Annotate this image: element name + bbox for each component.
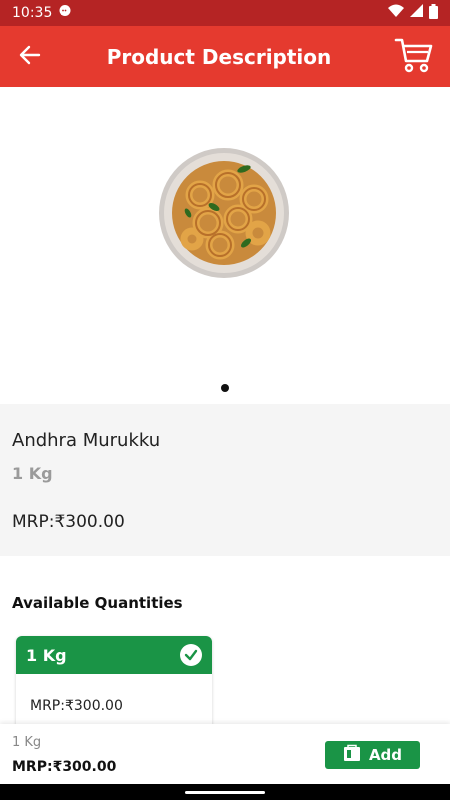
cart-button[interactable] [378, 26, 450, 87]
status-time: 10:35 [12, 5, 53, 21]
quantity-option-label: 1 Kg [26, 645, 67, 665]
arrow-left-icon [19, 44, 41, 70]
bag-icon [343, 744, 361, 766]
signal-icon [410, 4, 423, 22]
product-image-gallery[interactable] [0, 87, 450, 404]
quantities-heading: Available Quantities [12, 594, 183, 612]
murukku-bowl-image [159, 148, 289, 278]
product-weight: 1 Kg [12, 464, 53, 483]
chat-bubble-icon [58, 4, 72, 22]
status-right [388, 3, 438, 23]
add-button-label: Add [368, 746, 403, 764]
add-to-cart-button[interactable]: Add [325, 741, 420, 769]
page-title: Product Description [106, 44, 332, 69]
system-nav-bar [0, 784, 450, 800]
bottom-weight: 1 Kg [12, 735, 42, 750]
product-mrp: MRP:₹300.00 [12, 512, 125, 532]
quantity-option-card[interactable]: 1 Kg MRP:₹300.00 [16, 636, 212, 736]
product-name: Andhra Murukku [12, 430, 161, 451]
bottom-mrp: MRP:₹300.00 [12, 759, 117, 775]
battery-icon [429, 3, 438, 23]
app-bar: Product Description [0, 26, 450, 87]
cart-icon [394, 37, 434, 77]
status-left: 10:35 [12, 4, 72, 22]
quantity-option-header: 1 Kg [16, 636, 212, 674]
check-circle-icon [180, 644, 202, 666]
quantity-option-mrp: MRP:₹300.00 [30, 698, 123, 714]
wifi-icon [388, 4, 404, 22]
home-handle[interactable] [185, 791, 265, 794]
back-button[interactable] [0, 26, 60, 87]
status-bar: 10:35 [0, 0, 450, 26]
page-indicator-dot[interactable] [221, 384, 229, 392]
bottom-bar: 1 Kg MRP:₹300.00 Add [0, 724, 450, 784]
product-info: Andhra Murukku 1 Kg MRP:₹300.00 [0, 404, 450, 556]
